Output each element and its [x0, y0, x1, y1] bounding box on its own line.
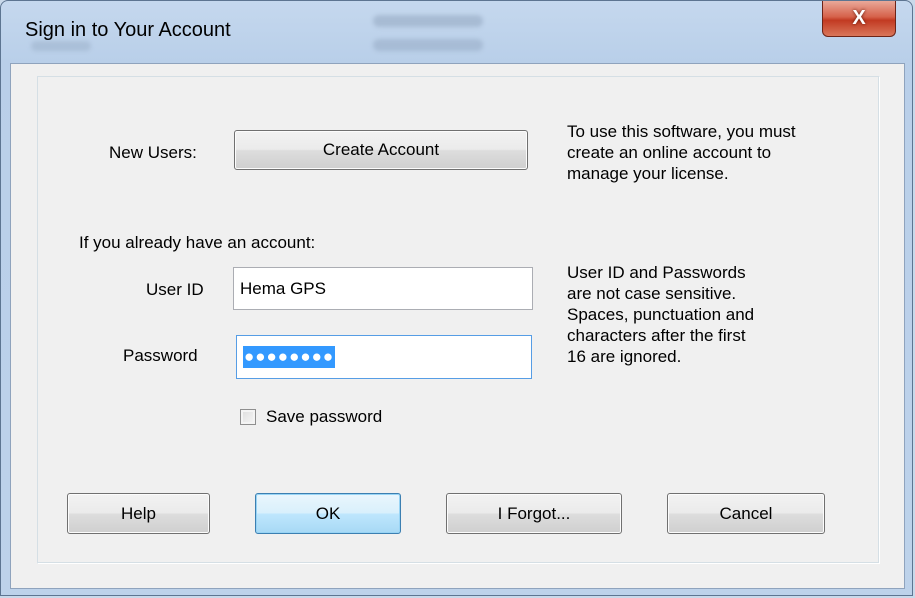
dialog-body: New Users: Create Account To use this so… — [10, 63, 905, 589]
user-id-label: User ID — [146, 280, 204, 299]
user-id-input[interactable]: Hema GPS — [233, 267, 533, 310]
credentials-info: User ID and Passwords are not case sensi… — [567, 263, 755, 366]
background-window-blur — [31, 41, 91, 51]
existing-account-heading: If you already have an account: — [79, 233, 316, 252]
close-button[interactable]: X — [822, 1, 896, 37]
create-account-button[interactable]: Create Account — [234, 130, 528, 170]
cancel-button[interactable]: Cancel — [667, 493, 825, 534]
sign-in-dialog: Sign in to Your Account X New Users: Cre… — [0, 0, 913, 596]
window-title: Sign in to Your Account — [25, 19, 231, 41]
user-id-value: Hema GPS — [240, 278, 326, 298]
new-users-info: To use this software, you must create an… — [567, 122, 796, 183]
password-masked-value: ●●●●●●●● — [243, 346, 336, 368]
ok-button[interactable]: OK — [255, 493, 401, 534]
background-window-blur — [373, 15, 483, 27]
password-label: Password — [123, 346, 198, 365]
save-password-label[interactable]: Save password — [266, 407, 382, 427]
password-input[interactable]: ●●●●●●●● — [236, 335, 532, 379]
forgot-button[interactable]: I Forgot... — [446, 493, 622, 534]
background-window-blur — [373, 39, 483, 51]
help-button[interactable]: Help — [67, 493, 210, 534]
close-icon: X — [852, 7, 866, 29]
new-users-label: New Users: — [109, 143, 197, 162]
save-password-checkbox[interactable] — [240, 409, 256, 425]
